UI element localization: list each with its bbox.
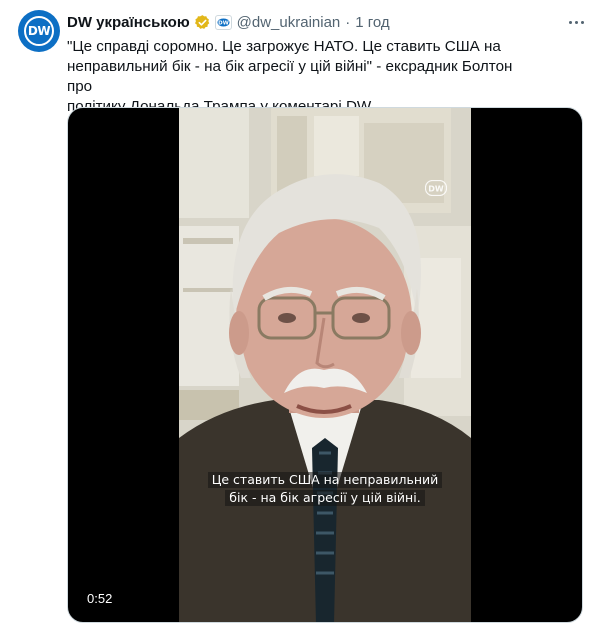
video-subtitle: Це ставить США на неправильний бік - на … (179, 471, 471, 507)
subtitle-line: бік - на бік агресії у цій війні. (225, 490, 425, 506)
subtitle-line: Це ставить США на неправильний (207, 472, 443, 488)
svg-text:DW: DW (428, 185, 444, 194)
dw-affiliation-icon[interactable]: DW (214, 14, 232, 30)
svg-text:DW: DW (218, 20, 229, 26)
avatar-label: DW (27, 24, 51, 38)
tweet-card[interactable]: DW DW українською DW @dw_ukrainian · 1 г… (0, 0, 601, 632)
tweet-text-line: "Це справді соромно. Це загрожує НАТО. Ц… (67, 38, 501, 55)
dw-logo: DW (24, 16, 54, 46)
display-name[interactable]: DW українською (67, 14, 190, 31)
avatar[interactable]: DW (18, 10, 60, 52)
tweet-text: "Це справді соромно. Це загрожує НАТО. Ц… (67, 37, 537, 117)
tweet-text-line: неправильний бік - на бік агресії у цій … (67, 58, 513, 95)
verified-badge-icon (194, 14, 211, 31)
separator-dot: · (345, 13, 351, 31)
video-player[interactable]: DW Це ставить США на неправильний бік - … (67, 107, 583, 623)
tweet-header: DW українською DW @dw_ukrainian · 1 год (67, 11, 390, 33)
timestamp[interactable]: 1 год (355, 14, 389, 31)
user-handle[interactable]: @dw_ukrainian (237, 14, 341, 31)
video-frame[interactable]: DW Це ставить США на неправильний бік - … (179, 108, 471, 622)
video-duration: 0:52 (82, 589, 118, 608)
dw-watermark-icon: DW (424, 179, 448, 197)
more-options-icon[interactable] (566, 12, 586, 32)
